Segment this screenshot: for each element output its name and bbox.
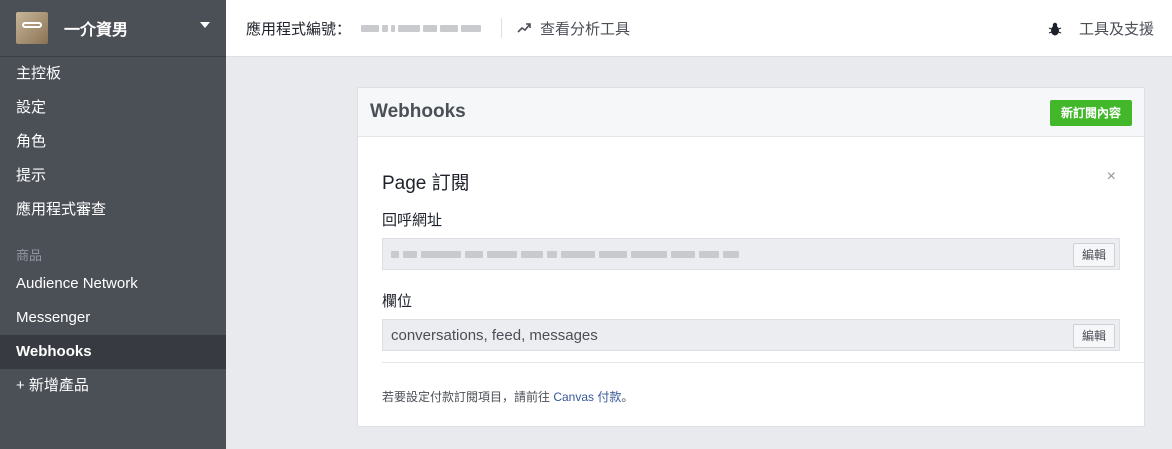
bug-icon xyxy=(1048,22,1062,35)
trend-icon xyxy=(517,23,531,33)
panel-header: Webhooks 新訂閱內容 xyxy=(358,88,1144,137)
sidebar-item-audience-network[interactable]: Audience Network xyxy=(0,267,226,301)
close-icon[interactable]: × xyxy=(1107,168,1116,186)
app-name: 一介資男 xyxy=(64,22,129,39)
app-avatar xyxy=(16,12,48,44)
add-product-button[interactable]: + 新增產品 xyxy=(0,369,226,403)
sidebar-item-webhooks[interactable]: Webhooks xyxy=(0,335,226,369)
callback-url-label: 回呼網址 xyxy=(382,212,443,229)
payments-note-prefix: 若要設定付款訂閱項目，請前往 xyxy=(382,390,554,404)
fields-label: 欄位 xyxy=(382,293,413,310)
tools-support-link[interactable]: 工具及支援 xyxy=(1047,0,1154,57)
sidebar-item-settings[interactable]: 設定 xyxy=(0,91,226,125)
analytics-link[interactable]: 查看分析工具 xyxy=(516,18,630,39)
app-switcher[interactable]: 一介資男 xyxy=(0,0,226,57)
sidebar-section-products: 商品 xyxy=(16,248,43,263)
sidebar-item-dashboard[interactable]: 主控板 xyxy=(0,57,226,91)
app-id-label: 應用程式編號： xyxy=(246,20,352,38)
canvas-payments-link[interactable]: Canvas 付款 xyxy=(553,390,621,404)
chevron-down-icon[interactable] xyxy=(200,22,210,28)
topbar-divider xyxy=(501,18,503,38)
fields-field: conversations, feed, messages 編輯 xyxy=(382,319,1120,351)
panel-divider xyxy=(382,362,1144,363)
analytics-label: 查看分析工具 xyxy=(540,20,631,38)
callback-url-field: 編輯 xyxy=(382,238,1120,270)
top-bar: 應用程式編號： 查看分析工具 工具及支援 xyxy=(226,0,1172,57)
app-id-value-redacted xyxy=(361,24,482,32)
sidebar-item-roles[interactable]: 角色 xyxy=(0,125,226,159)
webhooks-panel: Webhooks 新訂閱內容 Page 訂閱 × 回呼網址 編輯 欄位 conv… xyxy=(357,87,1145,427)
page-subscription-card: Page 訂閱 × 回呼網址 編輯 欄位 conversations, feed… xyxy=(382,168,1120,351)
panel-title: Webhooks xyxy=(370,101,466,122)
tools-label: 工具及支援 xyxy=(1078,21,1154,38)
subscription-title: Page 訂閱 xyxy=(382,173,470,194)
edit-callback-url-button[interactable]: 編輯 xyxy=(1072,243,1115,267)
sidebar-item-app-review[interactable]: 應用程式審查 xyxy=(0,193,226,227)
sidebar-item-messenger[interactable]: Messenger xyxy=(0,301,226,335)
payments-note-suffix: 。 xyxy=(621,390,634,404)
callback-url-value-redacted xyxy=(391,250,739,258)
payments-note: 若要設定付款訂閱項目，請前往 Canvas 付款。 xyxy=(382,388,633,405)
fields-value: conversations, feed, messages xyxy=(391,326,598,344)
new-subscription-button[interactable]: 新訂閱內容 xyxy=(1049,100,1132,126)
sidebar-item-alerts[interactable]: 提示 xyxy=(0,159,226,193)
sidebar: 一介資男 主控板 設定 角色 提示 應用程式審查 商品 Audience Net… xyxy=(0,0,226,449)
edit-fields-button[interactable]: 編輯 xyxy=(1072,324,1115,348)
